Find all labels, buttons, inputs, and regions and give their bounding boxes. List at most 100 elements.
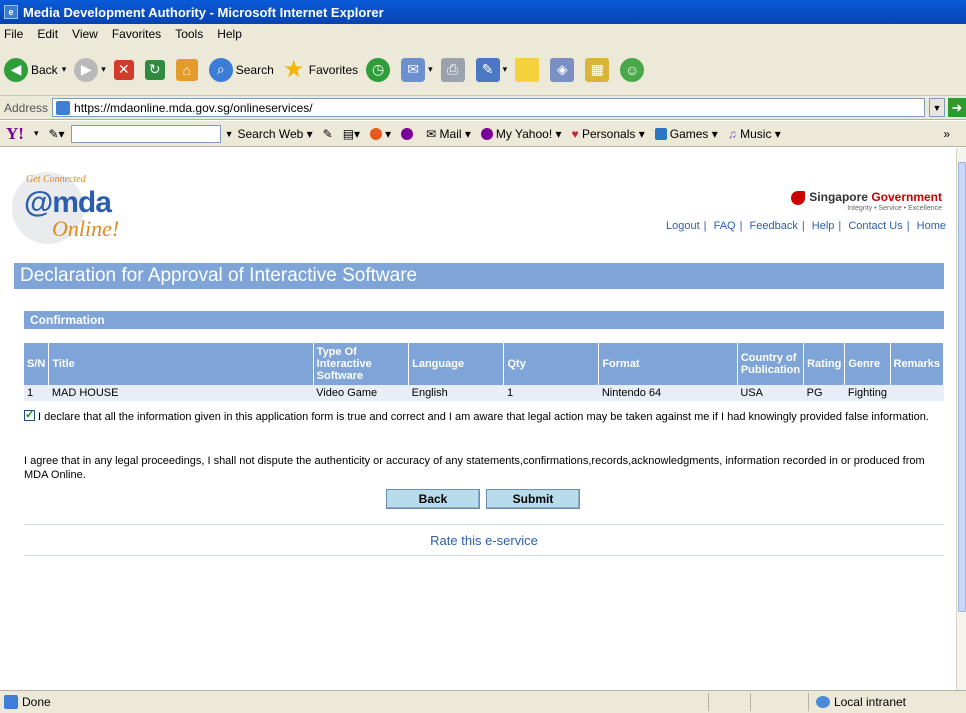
help-link[interactable]: Help [812,220,835,232]
col-title: Title [48,343,314,385]
cell-qty: 1 [503,385,599,401]
rate-service-row: Rate this e-service [24,524,944,556]
games-link[interactable]: Games ▾ [654,127,718,141]
vertical-scrollbar[interactable] [956,148,966,690]
favorites-button[interactable]: ★ Favorites [282,56,358,83]
my-yahoo-icon [480,127,493,140]
edit-button[interactable]: ✎ ▾ [475,57,507,82]
blocker-icon [401,127,414,140]
yahoo-pen-icon[interactable]: ✎▾ [48,127,64,141]
history-button[interactable]: ◷ [366,57,393,82]
refresh-button[interactable]: ↻ [144,59,168,80]
yahoo-search-input[interactable] [70,124,221,143]
singapore-government-logo: Singapore Government Integrity • Service… [791,190,942,212]
col-format: Format [598,343,738,385]
toolbar-overflow-icon[interactable]: » [943,127,950,141]
agreement-text: I agree that in any legal proceedings, I… [24,455,925,481]
feedback-link[interactable]: Feedback [750,220,798,232]
cell-format: Nintendo 64 [598,385,738,401]
col-sn: S/N [24,343,50,385]
media-icon: ▦ [585,57,610,82]
col-language: Language [408,343,505,385]
status-bar: Done Local intranet [0,690,966,713]
search-web-button[interactable]: Search Web ▾ [237,127,312,141]
stop-button[interactable]: ✕ [113,59,137,80]
declaration-checkbox[interactable] [24,408,35,423]
shield-icon [370,127,383,140]
address-bar: Address https://mdaonline.mda.gov.sg/onl… [0,96,966,120]
cell-type: Video Game [313,385,409,401]
faq-link[interactable]: FAQ [714,220,736,232]
messenger-button[interactable]: ▦ [585,57,612,82]
menu-view[interactable]: View [72,27,98,41]
contacts-icon: ☺ [620,57,645,82]
highlight-icon[interactable]: ✎ [323,127,333,141]
standard-toolbar: ◀ Back ▾ ▶ ▾ ✕ ↻ ⌂ ⌕ Search ★ Favorites ◷ … [0,44,966,96]
address-input[interactable]: https://mdaonline.mda.gov.sg/onlineservi… [52,98,925,117]
music-link[interactable]: ♫ Music ▾ [728,127,781,141]
refresh-icon: ↻ [144,59,165,80]
personals-link[interactable]: ♥ Personals ▾ [572,127,645,141]
mail-icon: ✉ [401,57,426,82]
address-label: Address [4,100,49,115]
yahoo-logo-icon[interactable]: Y! [6,124,24,144]
games-icon [654,127,667,140]
back-button[interactable]: ◀ Back ▾ [4,57,66,82]
menu-tools[interactable]: Tools [175,27,203,41]
my-yahoo-link[interactable]: My Yahoo! ▾ [480,127,562,141]
back-form-button[interactable]: Back [386,489,480,509]
menu-help[interactable]: Help [217,27,242,41]
menu-favorites[interactable]: Favorites [112,27,161,41]
col-rating: Rating [803,343,846,385]
star-icon: ★ [283,56,305,83]
col-genre: Genre [844,343,891,385]
merlion-icon [791,190,806,205]
page-viewport: Get Connected @mda Online! Singapore Gov… [0,148,956,690]
status-text: Done [22,695,51,709]
cell-country: USA [737,385,804,401]
forward-button[interactable]: ▶ ▾ [74,57,106,82]
home-link[interactable]: Home [917,220,946,232]
logout-link[interactable]: Logout [666,220,700,232]
rate-service-link[interactable]: Rate this e-service [430,533,538,548]
mda-online-logo[interactable]: Get Connected @mda Online! [12,166,122,246]
go-arrow-icon[interactable]: ➜ [948,98,966,117]
yahoo-menu-dropdown-icon[interactable]: ▾ [34,128,39,139]
note-icon [515,57,540,82]
page-title: Declaration for Approval of Interactive … [14,263,944,289]
yahoo-toolbar: Y! ▾ ✎▾ ▼ Search Web ▾ ✎ ▤▾ ▾ ✉ Mail ▾ M… [0,121,966,147]
declaration-block: I declare that all the information given… [24,408,944,425]
discuss-button[interactable] [515,57,542,82]
declaration-text: I declare that all the information given… [38,411,929,423]
yahoo-search-dropdown-icon[interactable]: ▼ [225,129,234,139]
intranet-globe-icon [815,696,830,708]
mail-link[interactable]: ✉ Mail ▾ [426,127,471,141]
col-type: Type Of Interactive Software [313,343,410,385]
research-button[interactable]: ◈ [550,57,577,82]
address-dropdown-icon[interactable]: ▼ [929,98,945,117]
menu-bar: File Edit View Favorites Tools Help [0,24,966,44]
popup-blocker-icon[interactable] [401,127,416,140]
address-url: https://mdaonline.mda.gov.sg/onlineservi… [74,100,313,115]
confirmation-heading: Confirmation [24,311,944,329]
heart-icon: ♥ [571,126,579,141]
menu-edit[interactable]: Edit [37,27,58,41]
toolbar-options-icon[interactable]: ▤▾ [343,127,360,141]
window-title-bar: e Media Development Authority - Microsof… [0,0,966,24]
top-links: Logout | FAQ | Feedback | Help | Contact Us |… [666,220,946,232]
menu-file[interactable]: File [4,27,23,41]
print-button[interactable]: ⎙ [440,57,468,82]
mail-button[interactable]: ✉ ▾ [401,57,433,82]
contact-us-link[interactable]: Contact Us [848,220,902,232]
scrollbar-thumb[interactable] [958,162,966,612]
zone-text: Local intranet [833,695,906,709]
contacts-button[interactable]: ☺ [620,57,647,82]
home-button[interactable]: ⌂ [175,58,201,81]
submit-button[interactable]: Submit [486,489,580,509]
ie-icon: e [4,5,18,19]
envelope-icon: ✉ [426,126,437,141]
form-buttons: Back Submit [386,489,586,509]
search-button[interactable]: ⌕ Search [208,57,274,82]
confirmation-table: S/N Title Type Of Interactive Software L… [24,343,945,401]
antispy-icon[interactable]: ▾ [370,127,391,141]
